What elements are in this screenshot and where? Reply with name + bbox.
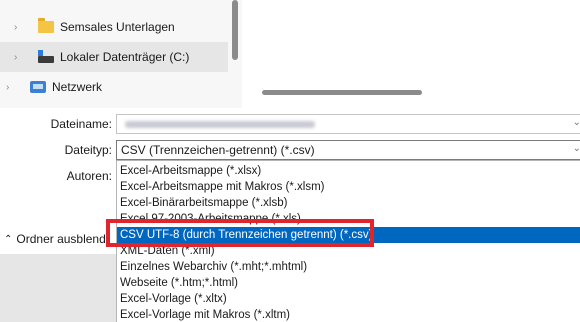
save-as-dialog: › Semsales Unterlagen › Lokaler Datenträ… xyxy=(0,0,580,322)
chevron-right-icon[interactable]: › xyxy=(14,52,32,63)
dropdown-option[interactable]: Excel 97-2003-Arbeitsmappe (*.xls) xyxy=(117,211,580,227)
dropdown-option[interactable]: Einzelnes Webarchiv (*.mht;*.mhtml) xyxy=(117,259,580,275)
dropdown-option[interactable]: XML-Daten (*.xml) xyxy=(117,243,580,259)
navigation-pane: › Semsales Unterlagen › Lokaler Datenträ… xyxy=(0,0,242,108)
dropdown-option[interactable]: Excel-Vorlage (*.xltx) xyxy=(117,291,580,307)
filename-input[interactable]: ⌄ xyxy=(116,114,580,134)
dropdown-option-selected[interactable]: CSV UTF-8 (durch Trennzeichen getrennt) … xyxy=(117,227,580,243)
filetype-select[interactable]: CSV (Trennzeichen-getrennt) (*.csv) ⌄ xyxy=(116,140,580,160)
filename-label: Dateiname: xyxy=(50,117,112,131)
chevron-down-icon[interactable]: ⌄ xyxy=(573,117,580,128)
folder-icon xyxy=(38,18,54,33)
dropdown-option[interactable]: Excel-Vorlage mit Makros (*.xltm) xyxy=(117,307,580,322)
hide-folders-button[interactable]: ⌃ Ordner ausblend xyxy=(4,232,106,246)
authors-label: Autoren: xyxy=(66,169,112,183)
filetype-dropdown-list[interactable]: Excel-Arbeitsmappe (*.xlsx) Excel-Arbeit… xyxy=(116,160,580,322)
dropdown-option[interactable]: Excel-Binärarbeitsmappe (*.xlsb) xyxy=(117,195,580,211)
dropdown-option[interactable]: Excel-Arbeitsmappe (*.xlsx) xyxy=(117,163,580,179)
dropdown-option[interactable]: Excel-Arbeitsmappe mit Makros (*.xlsm) xyxy=(117,179,580,195)
chevron-right-icon[interactable]: › xyxy=(14,22,32,33)
nav-item-label: Semsales Unterlagen xyxy=(60,20,175,34)
nav-item-network[interactable]: › Netzwerk xyxy=(0,72,228,102)
hide-folders-label: Ordner ausblend xyxy=(16,232,106,246)
nav-item-label: Netzwerk xyxy=(52,80,103,94)
horizontal-scrollbar-thumb[interactable] xyxy=(262,90,422,95)
chevron-up-icon: ⌃ xyxy=(4,233,13,245)
nav-scrollbar-thumb[interactable] xyxy=(232,0,238,60)
dropdown-option[interactable]: Webseite (*.htm;*.html) xyxy=(117,275,580,291)
footer-band xyxy=(0,254,116,322)
filetype-label: Dateityp: xyxy=(64,143,112,157)
nav-item-semsales-unterlagen[interactable]: › Semsales Unterlagen xyxy=(0,12,228,42)
drive-icon xyxy=(38,49,54,63)
network-icon xyxy=(30,81,46,93)
filetype-selected-value: CSV (Trennzeichen-getrennt) (*.csv) xyxy=(121,143,315,157)
nav-item-label: Lokaler Datenträger (C:) xyxy=(60,50,190,64)
nav-item-local-drive[interactable]: › Lokaler Datenträger (C:) xyxy=(0,42,228,72)
blurred-filename xyxy=(125,121,315,128)
chevron-right-icon[interactable]: › xyxy=(6,82,24,93)
chevron-down-icon[interactable]: ⌄ xyxy=(573,143,580,154)
